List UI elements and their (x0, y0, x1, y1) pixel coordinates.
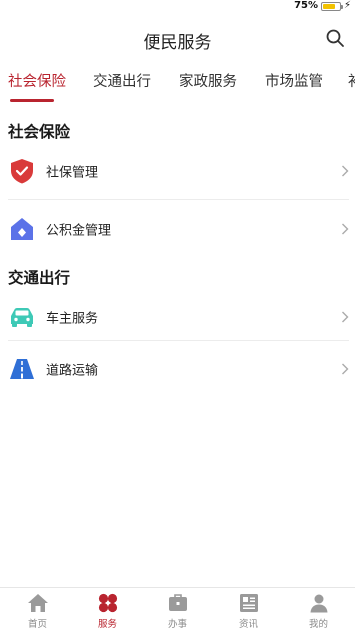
tab-more[interactable]: 补 (348, 70, 355, 91)
page-title: 便民服务 (143, 33, 212, 53)
list-item-social-security[interactable]: 社保管理 (0, 143, 355, 199)
bottom-navigation: 首页 服务 办事 资讯 我的 (0, 587, 355, 633)
list-item-vehicle-owner[interactable]: 车主服务 (0, 289, 355, 345)
status-bar: 75% ⚡ (0, 0, 355, 14)
house-diamond-icon (11, 218, 33, 240)
title-bar: 便民服务 (0, 24, 355, 54)
list-item-label: 社保管理 (46, 165, 99, 181)
chevron-right-icon (342, 223, 349, 235)
list-item-label: 道路运输 (46, 363, 99, 379)
list-item-road-transport[interactable]: 道路运输 (0, 341, 355, 397)
nav-news[interactable]: 资讯 (213, 592, 284, 632)
chevron-right-icon (342, 363, 349, 375)
tab-housekeeping[interactable]: 家政服务 (179, 70, 237, 91)
tab-market-supervision[interactable]: 市场监管 (265, 70, 323, 91)
home-icon (27, 594, 48, 612)
shield-check-icon (11, 159, 33, 184)
battery-icon (321, 2, 343, 11)
nav-services[interactable]: 服务 (72, 592, 143, 632)
active-tab-indicator (10, 99, 54, 102)
tab-social-insurance[interactable]: 社会保险 (8, 70, 66, 91)
list-item-label: 车主服务 (46, 311, 99, 327)
list-item-housing-fund[interactable]: 公积金管理 (0, 201, 355, 257)
chevron-right-icon (342, 311, 349, 323)
section-title-social-insurance: 社会保险 (8, 123, 71, 141)
news-icon (239, 594, 258, 612)
section-title-transportation: 交通出行 (8, 269, 71, 287)
category-tabs: 社会保险 交通出行 家政服务 市场监管 补 (0, 66, 355, 102)
battery-percentage: 75% (294, 0, 318, 11)
list-item-label: 公积金管理 (46, 223, 112, 239)
services-icon (98, 593, 117, 613)
chevron-right-icon (342, 165, 349, 177)
road-icon (10, 359, 34, 379)
charging-icon: ⚡ (343, 0, 351, 11)
car-icon (11, 308, 33, 327)
search-button[interactable] (325, 28, 345, 48)
briefcase-icon (168, 594, 187, 611)
nav-profile[interactable]: 我的 (283, 592, 354, 632)
nav-home[interactable]: 首页 (2, 592, 73, 632)
profile-icon (310, 594, 327, 613)
tab-transportation[interactable]: 交通出行 (93, 70, 151, 91)
nav-affairs[interactable]: 办事 (142, 592, 213, 632)
divider (8, 199, 349, 200)
search-icon (326, 29, 344, 47)
